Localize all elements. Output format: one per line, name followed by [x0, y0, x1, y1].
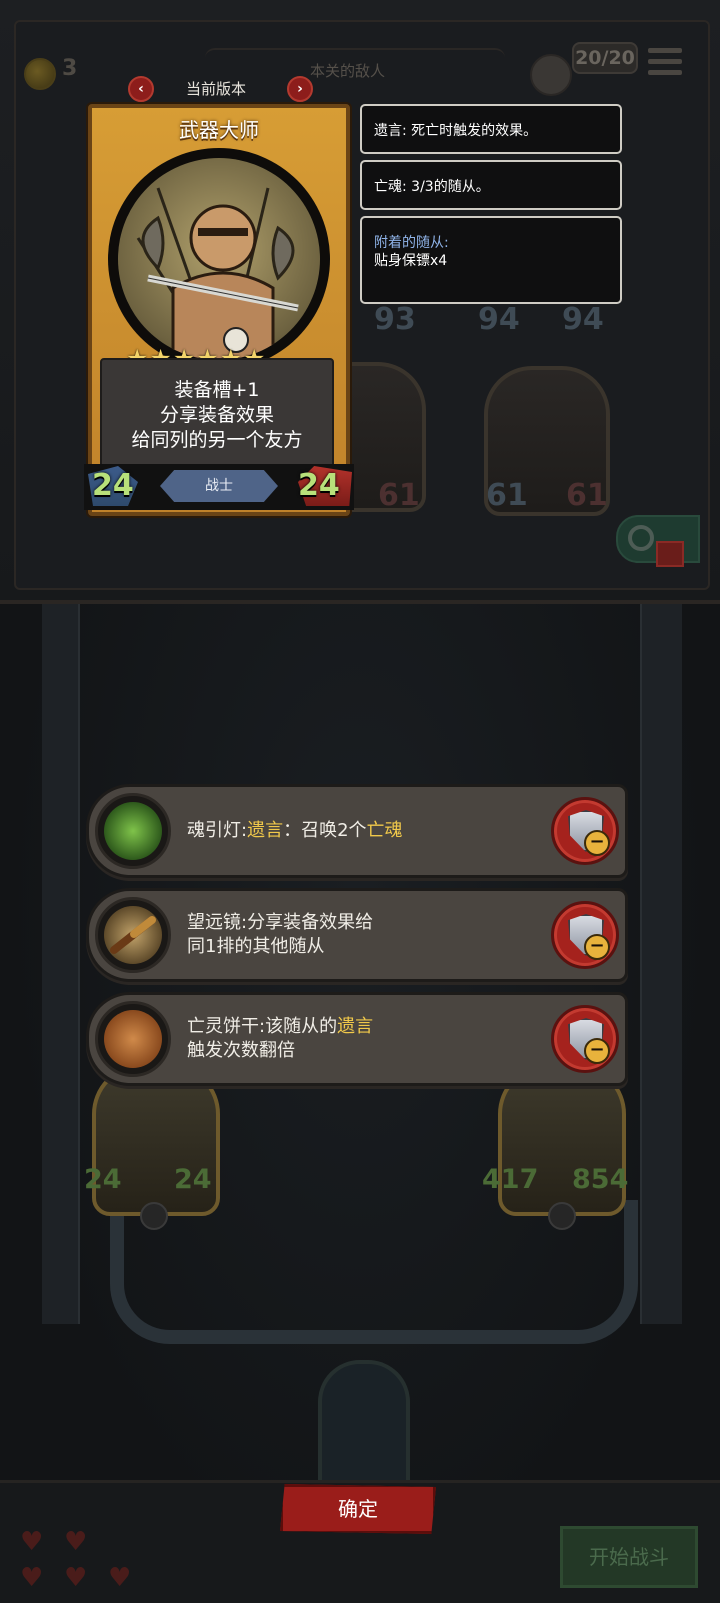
desc-line-3: 给同列的另一个友方 [131, 429, 303, 451]
menu-icon[interactable] [648, 48, 682, 78]
card-attack: 24 [92, 468, 134, 503]
right-pillar [640, 604, 682, 1324]
next-version-button[interactable]: › [287, 76, 313, 102]
heart-icon: ♥ [64, 1527, 88, 1557]
card-health: 24 [298, 468, 340, 503]
item-biscuit-line-2: 触发次数翻倍 [187, 1040, 295, 1061]
telescope-icon [95, 897, 171, 973]
player-unit-right-attack: 417 [482, 1164, 539, 1195]
skull-icon [548, 1202, 576, 1230]
remove-equipment-button[interactable]: − [551, 901, 619, 969]
inspect-button[interactable] [616, 515, 700, 567]
attached-value: 贴身保镖x4 [374, 253, 448, 269]
enemy-unit-3-health: 61 [378, 478, 420, 513]
desc-line-1: 装备槽+1 [174, 379, 260, 401]
unit-card: 武器大师 ★★★★★★ 装备槽+1 分享装备效果 给同列的另一个友方 24 战士… [84, 104, 354, 516]
start-battle-button[interactable]: 开始战斗 [560, 1526, 698, 1588]
skull-icon [140, 1202, 168, 1230]
arrow-icon [656, 541, 684, 567]
card-title: 武器大师 [179, 118, 259, 142]
heart-icon: ♥ [20, 1527, 44, 1557]
enemy-unit-2-health: 94 [562, 302, 604, 337]
version-label: 当前版本 [186, 80, 247, 98]
heart-icon: ♥ [64, 1563, 88, 1593]
class-tag: 战士 [160, 470, 278, 502]
attached-label: 附着的随从: [374, 235, 449, 251]
minus-icon: − [584, 830, 610, 856]
left-pillar [42, 604, 80, 1324]
player-unit-right-health: 854 [572, 1164, 629, 1195]
remove-equipment-button[interactable]: − [551, 797, 619, 865]
enemy-unit-4-health: 61 [566, 478, 608, 513]
equipment-item-lantern[interactable]: 魂引灯:遗言：召唤2个亡魂 − [86, 784, 628, 878]
minus-icon: − [584, 934, 610, 960]
enemy-unit-4-attack: 61 [486, 478, 528, 513]
gold-coin-icon [24, 58, 56, 90]
enemy-title: 本关的敌人 [310, 62, 386, 80]
player-unit-left-attack: 24 [84, 1164, 122, 1195]
keyword-deathrattle: 遗言: 死亡时触发的效果。 [374, 123, 538, 139]
keyword-ghost-box: 亡魂: 3/3的随从。 [360, 160, 622, 210]
turn-counter: 20/20 [572, 42, 638, 74]
item-lantern-text: 魂引灯:遗言：召唤2个亡魂 [187, 820, 403, 841]
enemy-unit-1-health: 93 [374, 302, 416, 337]
attached-minions-box: 附着的随从: 贴身保镖x4 [360, 216, 622, 304]
keyword-deathrattle-box: 遗言: 死亡时触发的效果。 [360, 104, 622, 154]
confirm-button[interactable]: 确定 [280, 1484, 436, 1534]
equipment-item-telescope[interactable]: 望远镜:分享装备效果给 同1排的其他随从 − [86, 888, 628, 982]
enemy-avatar[interactable] [530, 54, 572, 96]
heart-icon: ♥ [108, 1563, 132, 1593]
prev-version-button[interactable]: ‹ [128, 76, 154, 102]
unit-portrait [118, 158, 320, 360]
desc-line-2: 分享装备效果 [159, 404, 274, 426]
board-gem [318, 1360, 410, 1488]
remove-equipment-button[interactable]: − [551, 1005, 619, 1073]
keyword-ghost: 亡魂: 3/3的随从。 [374, 179, 490, 195]
heart-icon: ♥ [20, 1563, 44, 1593]
gold-count: 3 [62, 56, 78, 81]
biscuit-icon [95, 1001, 171, 1077]
magnifier-icon [628, 525, 654, 551]
equipment-item-biscuit[interactable]: 亡灵饼干:该随从的遗言 触发次数翻倍 − [86, 992, 628, 1086]
card-description: 装备槽+1 分享装备效果 给同列的另一个友方 [100, 358, 334, 470]
lantern-icon [95, 793, 171, 869]
item-telescope-line-2: 同1排的其他随从 [187, 936, 325, 957]
item-biscuit-line-1: 亡灵饼干:该随从的遗言 [187, 1016, 374, 1037]
minus-icon: − [584, 1038, 610, 1064]
enemy-unit-2-attack: 94 [478, 302, 520, 337]
player-unit-left-health: 24 [174, 1164, 212, 1195]
item-telescope-line-1: 望远镜:分享装备效果给 [187, 912, 374, 933]
